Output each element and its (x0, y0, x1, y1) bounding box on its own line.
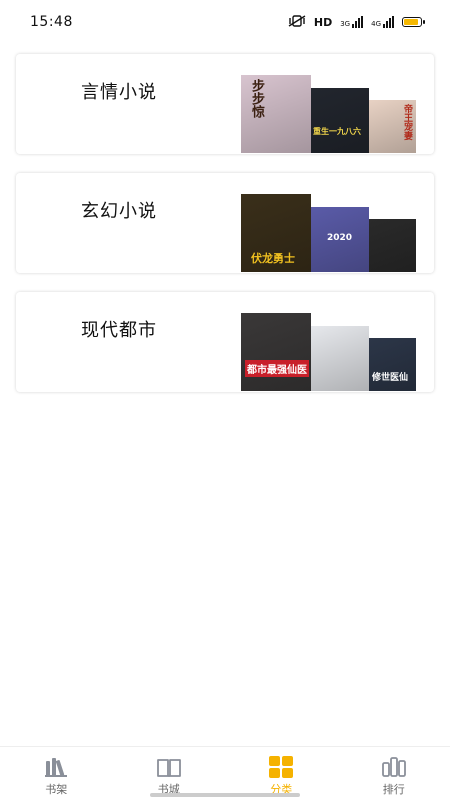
book-cover: 2020 (311, 207, 369, 272)
category-list: 言情小说 步步惊 重生一九八六 帝王宠妻 玄幻小说 伏龙勇士 2020 现代都市… (16, 54, 434, 411)
signal-icon: 3G (340, 16, 364, 28)
book-cover: 伏龙勇士 (241, 194, 311, 272)
nav-item-bookshelf[interactable]: 书架 (0, 747, 113, 800)
ranking-bars-icon (381, 755, 407, 779)
status-icons: HD 3G 4G (288, 14, 425, 30)
book-cover: 帝王宠妻 (369, 100, 416, 153)
hd-label: HD (313, 15, 333, 29)
book-cover: 都市最强仙医 (241, 313, 311, 391)
book-cover: 重生一九八六 (311, 88, 369, 153)
nav-item-ranking[interactable]: 排行 (338, 747, 450, 800)
vibrate-icon (288, 14, 306, 30)
category-title: 玄幻小说 (81, 201, 157, 222)
book-cover (369, 219, 416, 272)
category-title: 现代都市 (81, 320, 157, 341)
category-card-romance[interactable]: 言情小说 步步惊 重生一九八六 帝王宠妻 (16, 54, 434, 154)
book-cover: 修世医仙 (369, 338, 416, 391)
category-card-urban[interactable]: 现代都市 都市最强仙医 修世医仙 (16, 292, 434, 392)
status-bar: 15:48 HD 3G 4G (0, 0, 450, 44)
nav-label: 书架 (45, 783, 68, 796)
category-title: 言情小说 (81, 82, 157, 103)
book-cover (311, 326, 369, 391)
grid-category-icon (268, 755, 294, 779)
signal-2-label: 4G (371, 20, 381, 28)
open-book-icon (156, 755, 182, 779)
home-indicator (150, 793, 300, 797)
signal-1-label: 3G (340, 20, 351, 28)
nav-label: 排行 (382, 783, 405, 796)
book-cover: 步步惊 (241, 75, 311, 153)
signal-icon-2: 4G (371, 16, 394, 28)
bookshelf-icon (43, 755, 69, 779)
battery-icon (402, 17, 425, 27)
bottom-nav: 书架 书城 分类 排行 (0, 746, 450, 800)
status-time: 15:48 (30, 14, 73, 30)
category-card-fantasy[interactable]: 玄幻小说 伏龙勇士 2020 (16, 173, 434, 273)
